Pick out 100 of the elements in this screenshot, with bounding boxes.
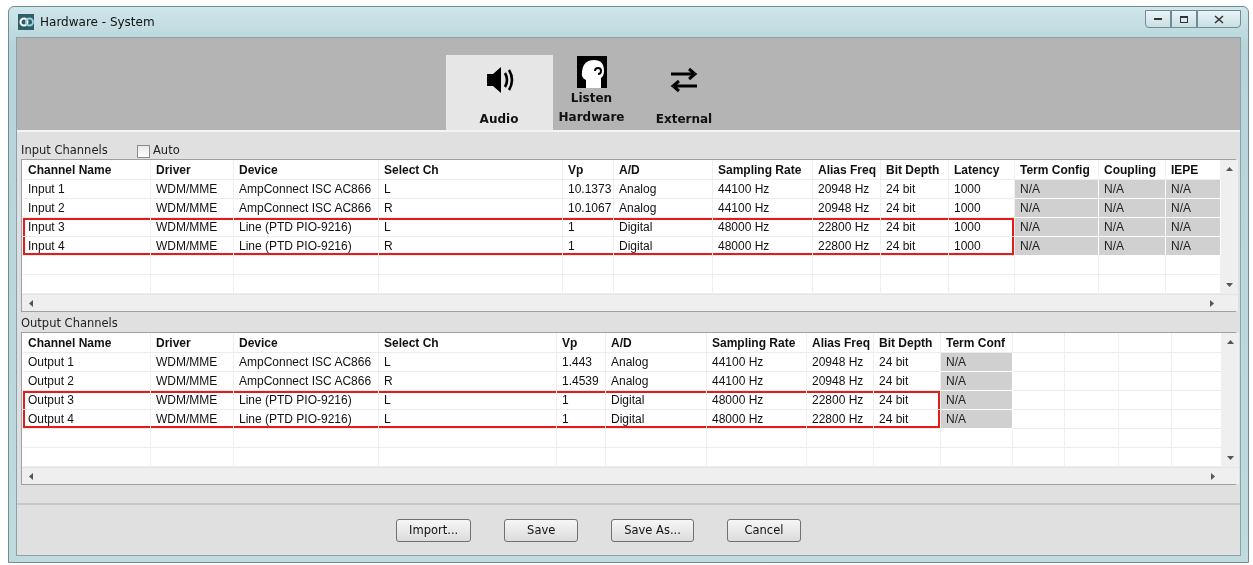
table-cell: 20948 Hz <box>813 180 881 199</box>
column-header[interactable]: Driver <box>151 160 234 180</box>
empty-cell <box>563 256 614 275</box>
column-header[interactable]: Bit Depth <box>881 160 949 180</box>
table-cell: Input 3 <box>23 218 151 237</box>
table-cell: Output 4 <box>23 410 151 429</box>
column-header[interactable]: Sampling Rate <box>713 160 813 180</box>
toolbar-tab[interactable]: External <box>630 55 738 130</box>
scroll-left-icon <box>28 472 35 480</box>
horizontal-scrollbar[interactable] <box>22 467 1222 484</box>
table-cell: WDM/MME <box>151 410 234 429</box>
table-cell: R <box>379 372 557 391</box>
vertical-scrollbar[interactable] <box>1222 333 1239 467</box>
column-header[interactable]: Vp <box>563 160 614 180</box>
table-cell: Input 2 <box>23 199 151 218</box>
table-cell: N/A <box>941 410 1013 429</box>
horizontal-scrollbar[interactable] <box>22 294 1221 311</box>
toolbar-tab[interactable]: Audio <box>445 55 553 130</box>
column-header[interactable]: Channel Name <box>23 160 151 180</box>
dialog-button[interactable]: Import... <box>396 518 472 542</box>
column-header[interactable]: Select Ch <box>379 160 563 180</box>
checkbox[interactable] <box>137 144 150 158</box>
column-header[interactable]: Latency <box>949 160 1015 180</box>
table-cell: Analog <box>606 372 707 391</box>
column-header[interactable]: Device <box>234 333 379 353</box>
dialog-button[interactable]: Cancel <box>726 518 801 542</box>
minimize-button[interactable] <box>1145 10 1171 28</box>
scroll-down-icon <box>1227 454 1234 461</box>
table-cell: L <box>379 180 563 199</box>
table-cell: L <box>379 218 563 237</box>
table-cell: N/A <box>1015 237 1099 256</box>
table-cell: 48000 Hz <box>707 410 807 429</box>
table-cell: 24 bit <box>874 410 941 429</box>
table-cell: 48000 Hz <box>713 218 813 237</box>
table-cell: L <box>379 353 557 372</box>
scroll-right-icon <box>1208 299 1215 307</box>
toolbar-tab[interactable]: Listen Hardware <box>552 55 631 130</box>
table-cell: Analog <box>614 199 713 218</box>
scroll-right-icon <box>1209 472 1216 480</box>
table-cell: 1000 <box>949 237 1015 256</box>
table-cell: Digital <box>606 391 707 410</box>
column-header[interactable]: Channel Name <box>23 333 151 353</box>
table-cell: 22800 Hz <box>813 218 881 237</box>
column-header[interactable]: A/D <box>606 333 707 353</box>
table-cell: Line (PTD PIO-9216) <box>234 391 379 410</box>
empty-cell <box>1013 333 1065 353</box>
empty-cell <box>813 256 881 275</box>
table-cell: 1.443 <box>557 353 606 372</box>
dialog-button[interactable]: Save As... <box>611 518 694 542</box>
table-cell: 24 bit <box>881 237 949 256</box>
scrollbar-corner <box>1221 294 1238 311</box>
table-cell: 10.1373 <box>563 180 614 199</box>
table-cell: 24 bit <box>881 218 949 237</box>
empty-cell <box>1065 333 1119 353</box>
column-header[interactable]: Bit Depth <box>874 333 941 353</box>
app-icon <box>18 14 34 30</box>
empty-cell <box>874 429 941 448</box>
empty-cell <box>557 429 606 448</box>
scroll-down-icon <box>1226 281 1233 288</box>
table-cell: 44100 Hz <box>707 372 807 391</box>
column-header[interactable]: Select Ch <box>379 333 557 353</box>
table-cell: Line (PTD PIO-9216) <box>234 237 379 256</box>
maximize-button[interactable] <box>1171 10 1197 28</box>
table-cell: Analog <box>614 180 713 199</box>
column-header[interactable]: Sampling Rate <box>707 333 807 353</box>
table-cell: Input 4 <box>23 237 151 256</box>
close-button[interactable] <box>1197 10 1241 28</box>
checkbox-label: Auto <box>153 143 180 157</box>
table-cell: L <box>379 410 557 429</box>
vertical-scrollbar[interactable] <box>1221 160 1238 294</box>
table-cell: WDM/MME <box>151 353 234 372</box>
column-header[interactable]: Vp <box>557 333 606 353</box>
table-cell: WDM/MME <box>151 372 234 391</box>
table-cell: 20948 Hz <box>813 199 881 218</box>
table-cell: 1 <box>557 391 606 410</box>
table-cell: AmpConnect ISC AC866 <box>234 199 379 218</box>
table-cell: 44100 Hz <box>713 199 813 218</box>
column-header[interactable]: Driver <box>151 333 234 353</box>
table-cell: N/A <box>1015 199 1099 218</box>
table-cell: 48000 Hz <box>713 237 813 256</box>
table-cell: 1000 <box>949 218 1015 237</box>
column-header[interactable]: Alias Freq <box>807 333 874 353</box>
table-cell: 20948 Hz <box>807 353 874 372</box>
table-cell: Digital <box>614 218 713 237</box>
table-cell: N/A <box>1015 180 1099 199</box>
table-cell: 20948 Hz <box>807 372 874 391</box>
table-cell: L <box>379 391 557 410</box>
table-cell: Analog <box>606 353 707 372</box>
table-cell: N/A <box>1099 218 1166 237</box>
column-header[interactable]: Alias Freq <box>813 160 881 180</box>
column-header[interactable]: A/D <box>614 160 713 180</box>
dialog-button[interactable]: Save <box>504 518 579 542</box>
table-cell: Line (PTD PIO-9216) <box>234 218 379 237</box>
table-cell: AmpConnect ISC AC866 <box>234 353 379 372</box>
scroll-up-icon <box>1226 166 1233 173</box>
column-header[interactable]: Device <box>234 160 379 180</box>
empty-cell <box>881 256 949 275</box>
table-cell: WDM/MME <box>151 237 234 256</box>
table-cell: N/A <box>1166 237 1221 256</box>
table-cell: Digital <box>606 410 707 429</box>
